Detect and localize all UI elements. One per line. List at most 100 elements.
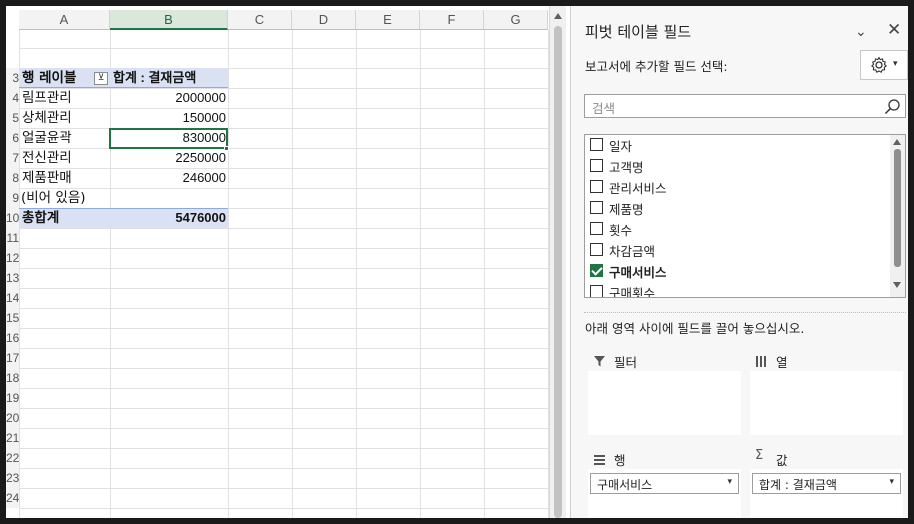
gridline bbox=[19, 408, 549, 409]
field-checkbox[interactable] bbox=[590, 201, 603, 214]
column-header-g[interactable]: G bbox=[484, 10, 548, 30]
scrollbar-thumb[interactable] bbox=[554, 26, 562, 518]
row-header[interactable]: 18 bbox=[6, 368, 19, 388]
pivot-row-label[interactable]: 림프관리 bbox=[22, 88, 72, 108]
columns-icon bbox=[755, 353, 768, 372]
scroll-up-arrow-icon[interactable] bbox=[893, 139, 901, 145]
values-area-header: Σ 값 bbox=[750, 447, 903, 469]
row-header[interactable]: 7 bbox=[6, 148, 19, 168]
field-checkbox[interactable] bbox=[590, 180, 603, 193]
field-list[interactable]: 일자 고객명 관리서비스 제품명 횟수 차감금액 구매서비스 구매횟수 bbox=[584, 134, 906, 298]
field-search-input[interactable]: 검색 bbox=[584, 94, 906, 118]
column-header-a[interactable]: A bbox=[19, 10, 110, 30]
gridline bbox=[356, 30, 357, 518]
values-drop-zone[interactable]: 합계 : 결재금액 ▾ bbox=[750, 469, 903, 518]
pivot-grand-total-label[interactable]: 총합계 bbox=[22, 208, 59, 228]
active-cell-selection[interactable] bbox=[109, 128, 228, 149]
field-checkbox-checked[interactable] bbox=[590, 264, 603, 277]
row-header[interactable]: 20 bbox=[6, 408, 19, 428]
field-item[interactable]: 일자 bbox=[590, 135, 890, 156]
row-header[interactable]: 11 bbox=[6, 228, 19, 248]
row-header[interactable]: 3 bbox=[6, 68, 19, 88]
values-field-dropdown[interactable]: 합계 : 결재금액 ▾ bbox=[752, 473, 901, 494]
pivot-row-label[interactable]: 제품판매 bbox=[22, 168, 72, 188]
row-header[interactable]: 12 bbox=[6, 248, 19, 268]
row-header[interactable]: 9 bbox=[6, 188, 19, 208]
pivot-row-label[interactable]: 얼굴윤곽 bbox=[22, 128, 72, 148]
pivot-value-header[interactable]: 합계 : 결재금액 bbox=[113, 68, 228, 88]
field-checkbox[interactable] bbox=[590, 243, 603, 256]
column-header-b[interactable]: B bbox=[110, 10, 228, 30]
pivot-row-value[interactable] bbox=[110, 188, 226, 208]
pivot-row-label[interactable]: 상체관리 bbox=[22, 108, 72, 128]
field-item[interactable]: 제품명 bbox=[590, 198, 890, 219]
field-item[interactable]: 차감금액 bbox=[590, 240, 890, 261]
row-header[interactable]: 24 bbox=[6, 488, 19, 508]
row-header[interactable]: 17 bbox=[6, 348, 19, 368]
field-checkbox[interactable] bbox=[590, 138, 603, 151]
worksheet-grid[interactable]: A B C D E F G 3 4 5 6 7 8 9 10 11 12 13 … bbox=[6, 6, 549, 518]
filter-dropdown-icon[interactable]: ⊻ bbox=[94, 72, 108, 85]
field-item[interactable]: 고객명 bbox=[590, 156, 890, 177]
row-header[interactable]: 10 bbox=[6, 208, 19, 228]
pivot-field-pane: 피벗 테이블 필드 ⌄ ✕ 보고서에 추가할 필드 선택: ▾ 검색 일자 고객… bbox=[570, 6, 908, 518]
search-icon[interactable] bbox=[884, 98, 901, 119]
filter-drop-zone[interactable] bbox=[588, 371, 741, 435]
pivot-row-value[interactable]: 150000 bbox=[110, 108, 226, 128]
column-header-e[interactable]: E bbox=[356, 10, 420, 30]
gridline bbox=[19, 48, 549, 49]
field-item[interactable]: 관리서비스 bbox=[590, 177, 890, 198]
column-header-c[interactable]: C bbox=[228, 10, 292, 30]
column-header-f[interactable]: F bbox=[420, 10, 484, 30]
filter-area[interactable]: 필터 bbox=[588, 349, 741, 437]
fill-handle[interactable] bbox=[224, 146, 229, 151]
field-label: 횟수 bbox=[609, 223, 633, 238]
row-header[interactable]: 21 bbox=[6, 428, 19, 448]
row-header[interactable]: 4 bbox=[6, 88, 19, 108]
pivot-row-value[interactable]: 2250000 bbox=[110, 148, 226, 168]
field-item[interactable]: 구매서비스 bbox=[590, 261, 890, 282]
row-header[interactable]: 6 bbox=[6, 128, 19, 148]
field-list-scrollbar[interactable] bbox=[890, 135, 905, 297]
vertical-scrollbar[interactable] bbox=[549, 6, 566, 518]
field-label: 제품명 bbox=[609, 202, 644, 217]
row-header[interactable]: 13 bbox=[6, 268, 19, 288]
gridline bbox=[19, 468, 549, 469]
chevron-down-icon: ▾ bbox=[727, 477, 732, 487]
field-checkbox[interactable] bbox=[590, 285, 603, 297]
field-checkbox[interactable] bbox=[590, 159, 603, 172]
row-header[interactable]: 22 bbox=[6, 448, 19, 468]
scroll-down-arrow-icon[interactable] bbox=[893, 282, 901, 288]
row-header[interactable]: 19 bbox=[6, 388, 19, 408]
scrollbar-thumb[interactable] bbox=[894, 149, 901, 267]
pivot-row-label[interactable]: (비어 있음) bbox=[21, 188, 86, 208]
row-header[interactable]: 15 bbox=[6, 308, 19, 328]
field-item[interactable]: 횟수 bbox=[590, 219, 890, 240]
pivot-row-label-header[interactable]: 행 레이블 bbox=[22, 68, 76, 88]
pivot-grand-total-value[interactable]: 5476000 bbox=[110, 208, 226, 228]
rows-drop-zone[interactable]: 구매서비스 ▾ bbox=[588, 469, 741, 518]
field-item[interactable]: 구매횟수 bbox=[590, 282, 890, 297]
rows-field-dropdown[interactable]: 구매서비스 ▾ bbox=[590, 473, 739, 494]
drag-instruction-label: 아래 영역 사이에 필드를 끌어 놓으십시오. bbox=[585, 321, 805, 336]
row-header[interactable]: 23 bbox=[6, 468, 19, 488]
row-header[interactable]: 14 bbox=[6, 288, 19, 308]
values-area[interactable]: Σ 값 합계 : 결재금액 ▾ bbox=[750, 447, 903, 518]
rows-icon bbox=[593, 451, 606, 470]
chevron-down-icon[interactable]: ⌄ bbox=[855, 24, 867, 40]
pivot-row-label[interactable]: 전신관리 bbox=[22, 148, 72, 168]
gridline bbox=[19, 268, 549, 269]
row-header[interactable]: 16 bbox=[6, 328, 19, 348]
column-header-d[interactable]: D bbox=[292, 10, 356, 30]
close-icon[interactable]: ✕ bbox=[887, 20, 901, 40]
columns-drop-zone[interactable] bbox=[750, 371, 903, 435]
scroll-up-arrow-icon[interactable] bbox=[554, 13, 562, 19]
settings-button[interactable]: ▾ bbox=[860, 50, 908, 80]
row-header[interactable]: 8 bbox=[6, 168, 19, 188]
row-header[interactable]: 5 bbox=[6, 108, 19, 128]
field-checkbox[interactable] bbox=[590, 222, 603, 235]
columns-area[interactable]: 열 bbox=[750, 349, 903, 437]
rows-area[interactable]: 행 구매서비스 ▾ bbox=[588, 447, 741, 518]
pivot-row-value[interactable]: 246000 bbox=[110, 168, 226, 188]
pivot-row-value[interactable]: 2000000 bbox=[110, 88, 226, 108]
